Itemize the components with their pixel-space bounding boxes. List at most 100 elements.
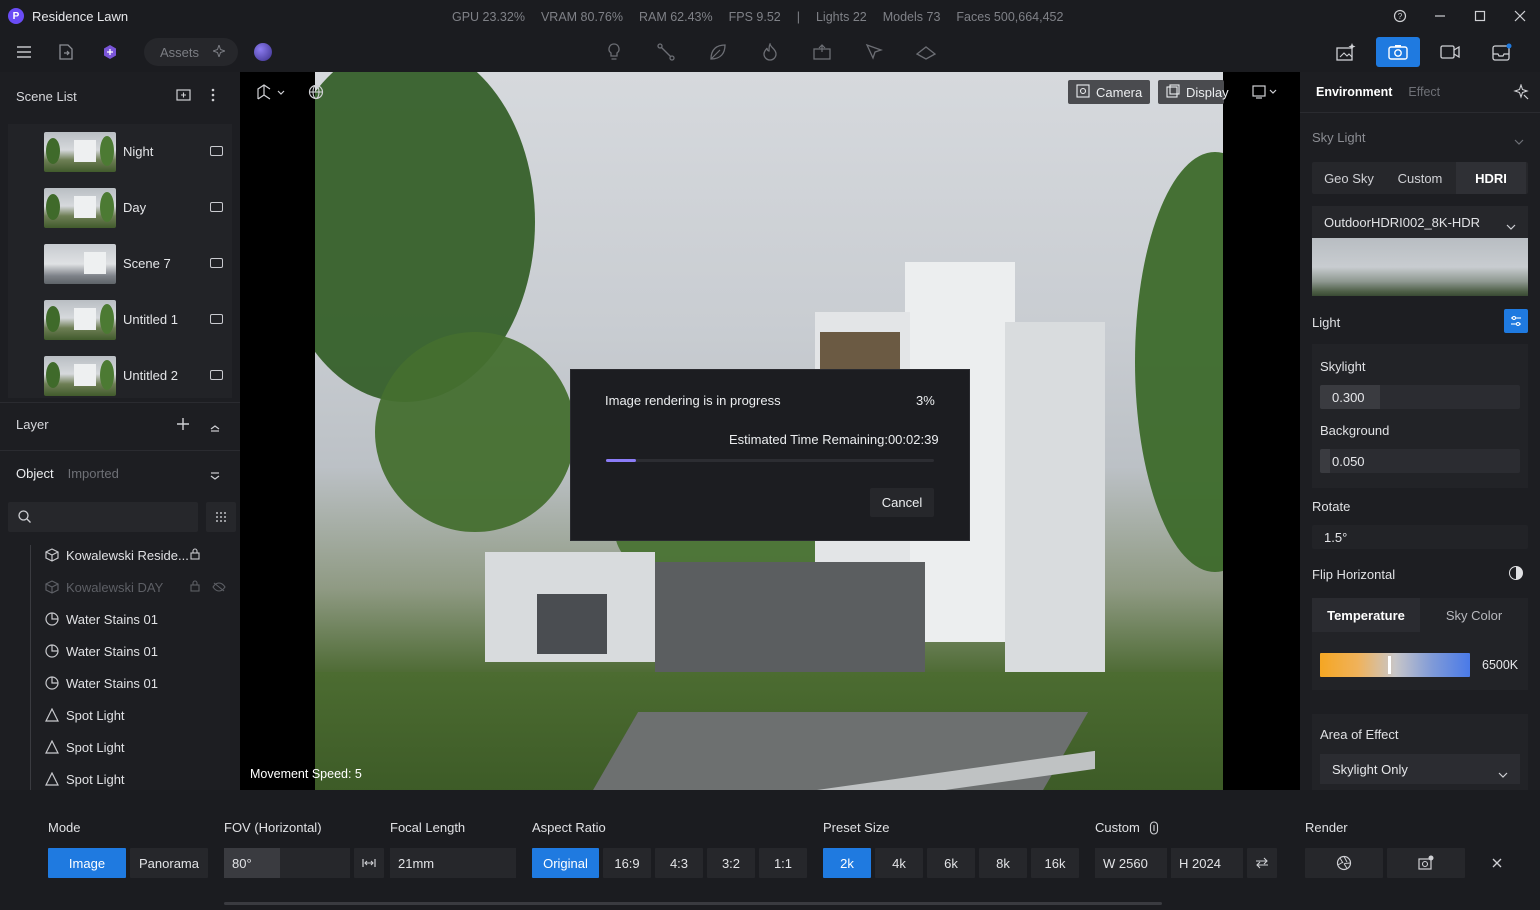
leaf-icon[interactable] — [704, 38, 732, 66]
add-scene-icon[interactable] — [176, 88, 192, 105]
background-slider[interactable]: 0.050 — [1320, 449, 1520, 473]
fire-icon[interactable] — [756, 38, 784, 66]
focal-length-input[interactable]: 21mm — [390, 848, 516, 878]
camera-menu-button[interactable]: Camera — [1068, 80, 1151, 104]
tab-temperature[interactable]: Temperature — [1312, 598, 1420, 632]
lock-icon[interactable] — [190, 579, 200, 595]
lock-ratio-icon[interactable] — [1149, 821, 1159, 838]
fov-fit-icon[interactable] — [354, 848, 384, 878]
layer-object-row[interactable]: Kowalewski DAY — [44, 571, 234, 603]
preset-8k-button[interactable]: 8k — [979, 848, 1027, 878]
hdri-preview-image[interactable] — [1312, 238, 1528, 296]
aspect-16-9-button[interactable]: 16:9 — [603, 848, 651, 878]
camera-icon[interactable] — [210, 370, 223, 380]
scene-item-untitled-1[interactable]: Untitled 1 — [8, 292, 232, 348]
mode-image-button[interactable]: Image — [48, 848, 126, 878]
scene-item-untitled-2[interactable]: Untitled 2 — [8, 348, 232, 398]
layer-object-row[interactable]: Spot Light — [44, 731, 234, 763]
menu-icon[interactable] — [10, 38, 38, 66]
flip-horizontal-toggle[interactable] — [1509, 566, 1523, 580]
render-shutter-button[interactable] — [1305, 848, 1383, 878]
object-name: Water Stains 01 — [66, 611, 159, 627]
preset-2k-button[interactable]: 2k — [823, 848, 871, 878]
aspect-original-button[interactable]: Original — [532, 848, 599, 878]
inbox-icon[interactable] — [1480, 37, 1524, 67]
terrain-icon[interactable] — [912, 38, 940, 66]
plugin-icon[interactable] — [96, 38, 124, 66]
view-mode-icon[interactable] — [1252, 84, 1278, 103]
lock-icon[interactable] — [190, 547, 200, 563]
tab-imported[interactable]: Imported — [68, 466, 119, 481]
path-tool-icon[interactable] — [652, 38, 680, 66]
preset-6k-button[interactable]: 6k — [927, 848, 975, 878]
tab-sky-color[interactable]: Sky Color — [1420, 598, 1528, 632]
grid-view-icon[interactable] — [206, 502, 236, 532]
skylight-slider[interactable]: 0.300 — [1320, 385, 1520, 409]
swap-dimensions-icon[interactable] — [1247, 848, 1277, 878]
area-of-effect-select[interactable]: Skylight Only — [1320, 754, 1520, 784]
maximize-icon[interactable] — [1470, 6, 1490, 26]
temperature-slider[interactable] — [1320, 653, 1470, 677]
camera-icon[interactable] — [210, 258, 223, 268]
aspect-4-3-button[interactable]: 4:3 — [655, 848, 703, 878]
tab-effect[interactable]: Effect — [1408, 85, 1440, 99]
width-input[interactable]: W 2560 — [1095, 848, 1167, 878]
preset-4k-button[interactable]: 4k — [875, 848, 923, 878]
help-icon[interactable]: ? — [1390, 6, 1410, 26]
tab-object[interactable]: Object — [16, 466, 54, 481]
horizontal-scrollbar[interactable] — [224, 902, 1162, 905]
rotate-field[interactable]: 1.5° — [1312, 525, 1528, 549]
scene-item-night[interactable]: Night — [8, 124, 232, 180]
ai-render-icon[interactable] — [1324, 37, 1368, 67]
collapse-icon[interactable] — [210, 420, 220, 435]
chevron-down-icon[interactable] — [1514, 133, 1524, 148]
scene-list-title: Scene List — [16, 89, 77, 104]
aspect-3-2-button[interactable]: 3:2 — [707, 848, 755, 878]
render-queue-button[interactable] — [1387, 848, 1465, 878]
assets-button[interactable]: Assets — [144, 38, 238, 66]
tab-environment[interactable]: Environment — [1316, 85, 1392, 99]
pin-tool-icon[interactable] — [860, 38, 888, 66]
close-icon[interactable] — [1510, 6, 1530, 26]
animation-icon[interactable] — [808, 38, 836, 66]
tab-hdri[interactable]: HDRI — [1456, 162, 1526, 194]
layer-object-row[interactable]: Kowalewski Reside... — [44, 539, 234, 571]
add-layer-icon[interactable] — [176, 417, 190, 434]
layer-search-input[interactable] — [8, 502, 198, 532]
scene-item-scene-7[interactable]: Scene 7 — [8, 236, 232, 292]
minimize-icon[interactable] — [1430, 6, 1450, 26]
import-file-icon[interactable] — [52, 38, 80, 66]
mode-panorama-button[interactable]: Panorama — [130, 848, 208, 878]
aspect-1-1-button[interactable]: 1:1 — [759, 848, 807, 878]
hdri-select[interactable]: OutdoorHDRI002_8K-HDR — [1312, 206, 1528, 238]
globe-icon[interactable] — [308, 84, 324, 103]
camera-icon[interactable] — [210, 146, 223, 156]
tab-geo-sky[interactable]: Geo Sky — [1312, 162, 1386, 194]
temperature-handle[interactable] — [1388, 656, 1391, 674]
display-menu-button[interactable]: Display — [1158, 80, 1229, 104]
light-bulb-icon[interactable] — [600, 38, 628, 66]
light-settings-button[interactable] — [1504, 309, 1528, 333]
fov-slider[interactable]: 80° — [224, 848, 350, 878]
camera-icon[interactable] — [210, 202, 223, 212]
camera-icon[interactable] — [210, 314, 223, 324]
ai-orb-icon[interactable] — [254, 43, 272, 61]
camera-render-button[interactable] — [1376, 37, 1420, 67]
hidden-eye-icon[interactable] — [212, 580, 226, 595]
scene-item-day[interactable]: Day — [8, 180, 232, 236]
tab-custom[interactable]: Custom — [1386, 162, 1454, 194]
layer-object-row[interactable]: Water Stains 01 — [44, 603, 234, 635]
filter-icon[interactable] — [210, 468, 220, 483]
preset-16k-button[interactable]: 16k — [1031, 848, 1079, 878]
magic-wand-icon[interactable] — [1513, 83, 1529, 103]
video-icon[interactable] — [1428, 37, 1472, 67]
transform-tool-icon[interactable] — [256, 83, 286, 104]
layer-object-row[interactable]: Spot Light — [44, 699, 234, 731]
more-options-icon[interactable] — [210, 88, 216, 105]
height-input[interactable]: H 2024 — [1171, 848, 1243, 878]
layer-object-row[interactable]: Water Stains 01 — [44, 635, 234, 667]
close-render-settings-icon[interactable] — [1469, 848, 1525, 878]
cancel-render-button[interactable]: Cancel — [870, 488, 934, 517]
layer-object-row[interactable]: Water Stains 01 — [44, 667, 234, 699]
sky-light-header[interactable]: Sky Light — [1312, 130, 1365, 145]
